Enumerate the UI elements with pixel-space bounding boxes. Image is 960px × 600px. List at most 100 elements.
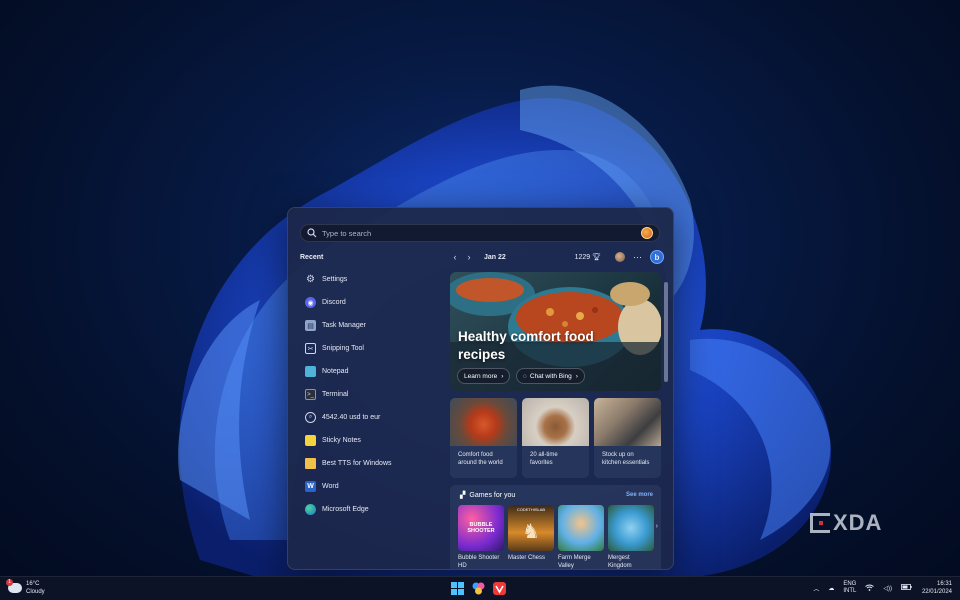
chess-piece-icon: ♞ bbox=[522, 521, 540, 543]
recent-item-search-result[interactable]: ⌕ 4542.40 usd to eur bbox=[300, 406, 440, 429]
recent-item-label: Settings bbox=[322, 276, 348, 283]
recent-item-best-tts-folder[interactable]: Best TTS for Windows bbox=[300, 452, 440, 475]
games-title: Games for you bbox=[469, 491, 516, 499]
terminal-icon: >_ bbox=[305, 389, 316, 400]
recent-item-task-manager[interactable]: ▤ Task Manager bbox=[300, 314, 440, 337]
search-result-icon: ⌕ bbox=[305, 412, 316, 423]
clock-date: 22/01/2024 bbox=[921, 589, 952, 595]
highlight-card[interactable]: 20 all-time favorites bbox=[522, 398, 589, 478]
tile-logo-text: BUBBLE SHOOTER bbox=[467, 522, 495, 534]
recent-item-label: Terminal bbox=[322, 391, 349, 398]
recent-item-label: Notepad bbox=[322, 368, 349, 375]
game-name: Bubble Shooter HD bbox=[458, 555, 500, 569]
rewards-points-value: 1229 bbox=[574, 254, 591, 261]
folder-icon bbox=[305, 458, 316, 469]
notepad-icon bbox=[305, 366, 316, 377]
user-avatar[interactable] bbox=[615, 252, 625, 262]
discord-icon: ◉ bbox=[305, 297, 316, 308]
highlights-toolbar: ‹ › Jan 22 1229 🏆︎ ··· b bbox=[448, 250, 664, 264]
battery-icon[interactable] bbox=[901, 584, 912, 592]
games-row: BUBBLE SHOOTER Bubble Shooter HD CODETHI… bbox=[458, 505, 654, 569]
game-tile[interactable]: BUBBLE SHOOTER Bubble Shooter HD bbox=[458, 505, 504, 569]
recent-item-snipping-tool[interactable]: ✂ Snipping Tool bbox=[300, 337, 440, 360]
recent-item-microsoft-edge[interactable]: Microsoft Edge bbox=[300, 498, 440, 521]
recent-item-label: Microsoft Edge bbox=[322, 506, 369, 513]
recent-heading: Recent bbox=[300, 254, 324, 261]
start-button[interactable] bbox=[451, 582, 464, 595]
vivaldi-icon bbox=[493, 582, 506, 595]
recent-list: ⚙ Settings ◉ Discord ▤ Task Manager ✂ Sn… bbox=[300, 268, 440, 521]
highlight-card[interactable]: Stock up on kitchen essentials bbox=[594, 398, 661, 478]
chevron-right-icon[interactable]: › bbox=[462, 252, 476, 262]
paella-image bbox=[450, 398, 517, 446]
chat-with-bing-button[interactable]: ◌ Chat with Bing › bbox=[516, 368, 585, 384]
recent-item-notepad[interactable]: Notepad bbox=[300, 360, 440, 383]
chevron-left-icon[interactable]: ‹ bbox=[448, 252, 462, 262]
xda-watermark: XDA bbox=[810, 510, 882, 536]
game-tile[interactable]: CODETHISLAB ♞ Master Chess bbox=[508, 505, 554, 569]
learn-more-button[interactable]: Learn more › bbox=[457, 368, 511, 384]
recent-item-settings[interactable]: ⚙ Settings bbox=[300, 268, 440, 291]
language-indicator[interactable]: ENG INTL bbox=[843, 581, 856, 595]
recent-item-sticky-notes[interactable]: Sticky Notes bbox=[300, 429, 440, 452]
search-input[interactable] bbox=[322, 228, 641, 238]
recent-item-label: Sticky Notes bbox=[322, 437, 361, 444]
recent-item-label: 4542.40 usd to eur bbox=[322, 414, 381, 421]
clock-time: 16:31 bbox=[936, 581, 952, 587]
games-for-you-section: ▞ Games for you See more BUBBLE SHOOTER … bbox=[450, 485, 661, 569]
weather-widget[interactable]: 1 16°C Cloudy bbox=[6, 579, 45, 596]
game-name: Master Chess bbox=[508, 555, 546, 561]
learn-more-label: Learn more bbox=[464, 372, 498, 380]
chevron-right-icon[interactable]: › bbox=[656, 523, 658, 530]
hero-title: Healthy comfort food recipes bbox=[458, 329, 594, 362]
recent-item-discord[interactable]: ◉ Discord bbox=[300, 291, 440, 314]
wifi-icon[interactable] bbox=[865, 584, 875, 593]
scrollbar[interactable] bbox=[663, 272, 669, 568]
hero-card[interactable]: Healthy comfort food recipes Learn more … bbox=[450, 272, 661, 391]
search-box[interactable] bbox=[300, 224, 660, 242]
scrollbar-thumb[interactable] bbox=[664, 282, 668, 382]
notification-badge: 1 bbox=[6, 579, 13, 586]
copilot-icon bbox=[472, 582, 485, 595]
copilot-button[interactable] bbox=[472, 582, 485, 595]
highlights-date: Jan 22 bbox=[484, 253, 506, 261]
more-options-icon[interactable]: ··· bbox=[633, 252, 642, 262]
vivaldi-button[interactable] bbox=[493, 582, 506, 595]
cloud-icon: 1 bbox=[6, 579, 22, 593]
game-tile[interactable]: Farm Merge Valley bbox=[558, 505, 604, 569]
xda-logo-text: XDA bbox=[833, 510, 883, 535]
recent-item-label: Discord bbox=[322, 299, 346, 306]
word-icon: W bbox=[305, 481, 316, 492]
tile-logo-text: CODETHISLAB bbox=[516, 507, 546, 512]
recent-item-terminal[interactable]: >_ Terminal bbox=[300, 383, 440, 406]
mergest-kingdom-thumbnail bbox=[608, 505, 654, 551]
bing-chat-avatar-icon[interactable] bbox=[641, 227, 653, 239]
search-flyout-panel: Recent ⚙ Settings ◉ Discord ▤ Task Manag… bbox=[287, 207, 674, 570]
card-caption: Stock up on kitchen essentials bbox=[602, 452, 650, 466]
highlight-card[interactable]: Comfort food around the world bbox=[450, 398, 517, 478]
card-caption: 20 all-time favorites bbox=[530, 452, 558, 466]
sticky-notes-icon bbox=[305, 435, 316, 446]
weather-desc: Cloudy bbox=[26, 589, 45, 595]
farm-merge-valley-thumbnail bbox=[558, 505, 604, 551]
recent-item-label: Word bbox=[322, 483, 339, 490]
recent-item-word[interactable]: W Word bbox=[300, 475, 440, 498]
game-name: Farm Merge Valley bbox=[558, 555, 591, 569]
card-caption: Comfort food around the world bbox=[458, 452, 503, 466]
chat-bubble-icon: ◌ bbox=[523, 372, 527, 380]
chevron-up-icon[interactable]: ︿ bbox=[813, 584, 819, 593]
snipping-tool-icon: ✂ bbox=[305, 343, 316, 354]
onedrive-cloud-icon[interactable]: ☁ bbox=[828, 585, 834, 592]
bing-button-icon[interactable]: b bbox=[650, 250, 664, 264]
clock[interactable]: 16:31 22/01/2024 bbox=[922, 580, 952, 596]
xda-logo-icon bbox=[810, 513, 830, 533]
taskbar-apps bbox=[451, 582, 506, 595]
volume-icon[interactable]: ◁)) bbox=[883, 585, 892, 592]
chevron-right-icon: › bbox=[575, 372, 578, 380]
system-tray: ︿ ☁ ENG INTL ◁)) 16:31 22/01/2024 bbox=[804, 580, 952, 596]
chat-with-bing-label: Chat with Bing bbox=[529, 372, 572, 380]
see-more-link[interactable]: See more bbox=[626, 492, 653, 498]
recent-item-label: Task Manager bbox=[322, 322, 366, 329]
rewards-points[interactable]: 1229 🏆︎ bbox=[575, 253, 601, 261]
game-tile[interactable]: Mergest Kingdom bbox=[608, 505, 654, 569]
